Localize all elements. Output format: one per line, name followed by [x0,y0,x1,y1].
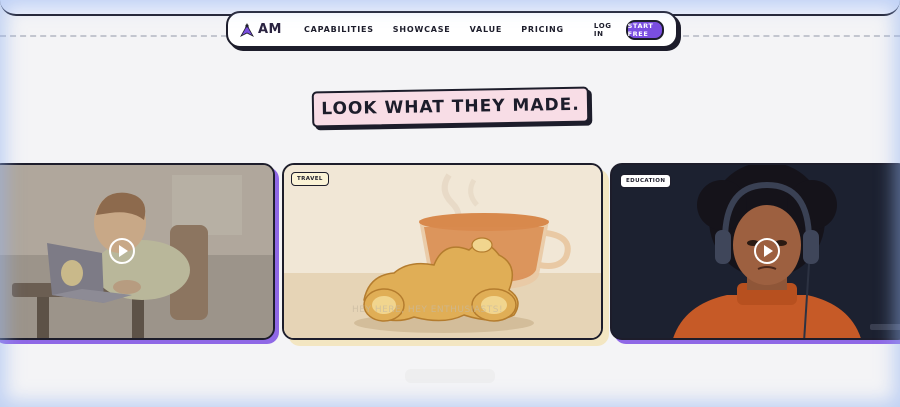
showcase-card-2[interactable]: TRAVEL HEY HERE, HEY ENTHUSIASTS! [282,163,603,340]
video-subtitle: HEY HERE, HEY ENTHUSIASTS! [352,305,504,315]
logo[interactable]: AM [240,22,282,37]
logo-text: AM [258,22,282,37]
nav-link-capabilities[interactable]: CAPABILITIES [304,25,374,34]
play-icon [764,245,773,257]
login-link[interactable]: LOG IN [594,22,612,38]
showcase-card-3[interactable]: EDUCATION [610,163,900,340]
headline-banner: LOOK WHAT THEY MADE. [311,86,590,128]
card-1-play-button[interactable] [109,238,135,264]
caption-chip [870,324,900,330]
card-3-play-button[interactable] [754,238,780,264]
nav-link-showcase[interactable]: SHOWCASE [393,25,451,34]
nav-link-value[interactable]: VALUE [470,25,503,34]
start-free-button[interactable]: START FREE [625,19,664,40]
carousel-indicator[interactable] [405,369,495,383]
nav-links: CAPABILITIES SHOWCASE VALUE PRICING [304,25,564,34]
category-tag-education: EDUCATION [620,174,672,188]
play-icon [119,245,128,257]
main-navbar: AM CAPABILITIES SHOWCASE VALUE PRICING L… [226,11,678,48]
section-headline: LOOK WHAT THEY MADE. [321,94,580,120]
logo-icon [240,22,254,37]
showcase-card-1[interactable] [0,163,275,340]
card-1-illustration [0,165,273,338]
nav-link-pricing[interactable]: PRICING [521,25,564,34]
category-tag-travel: TRAVEL [291,172,329,186]
